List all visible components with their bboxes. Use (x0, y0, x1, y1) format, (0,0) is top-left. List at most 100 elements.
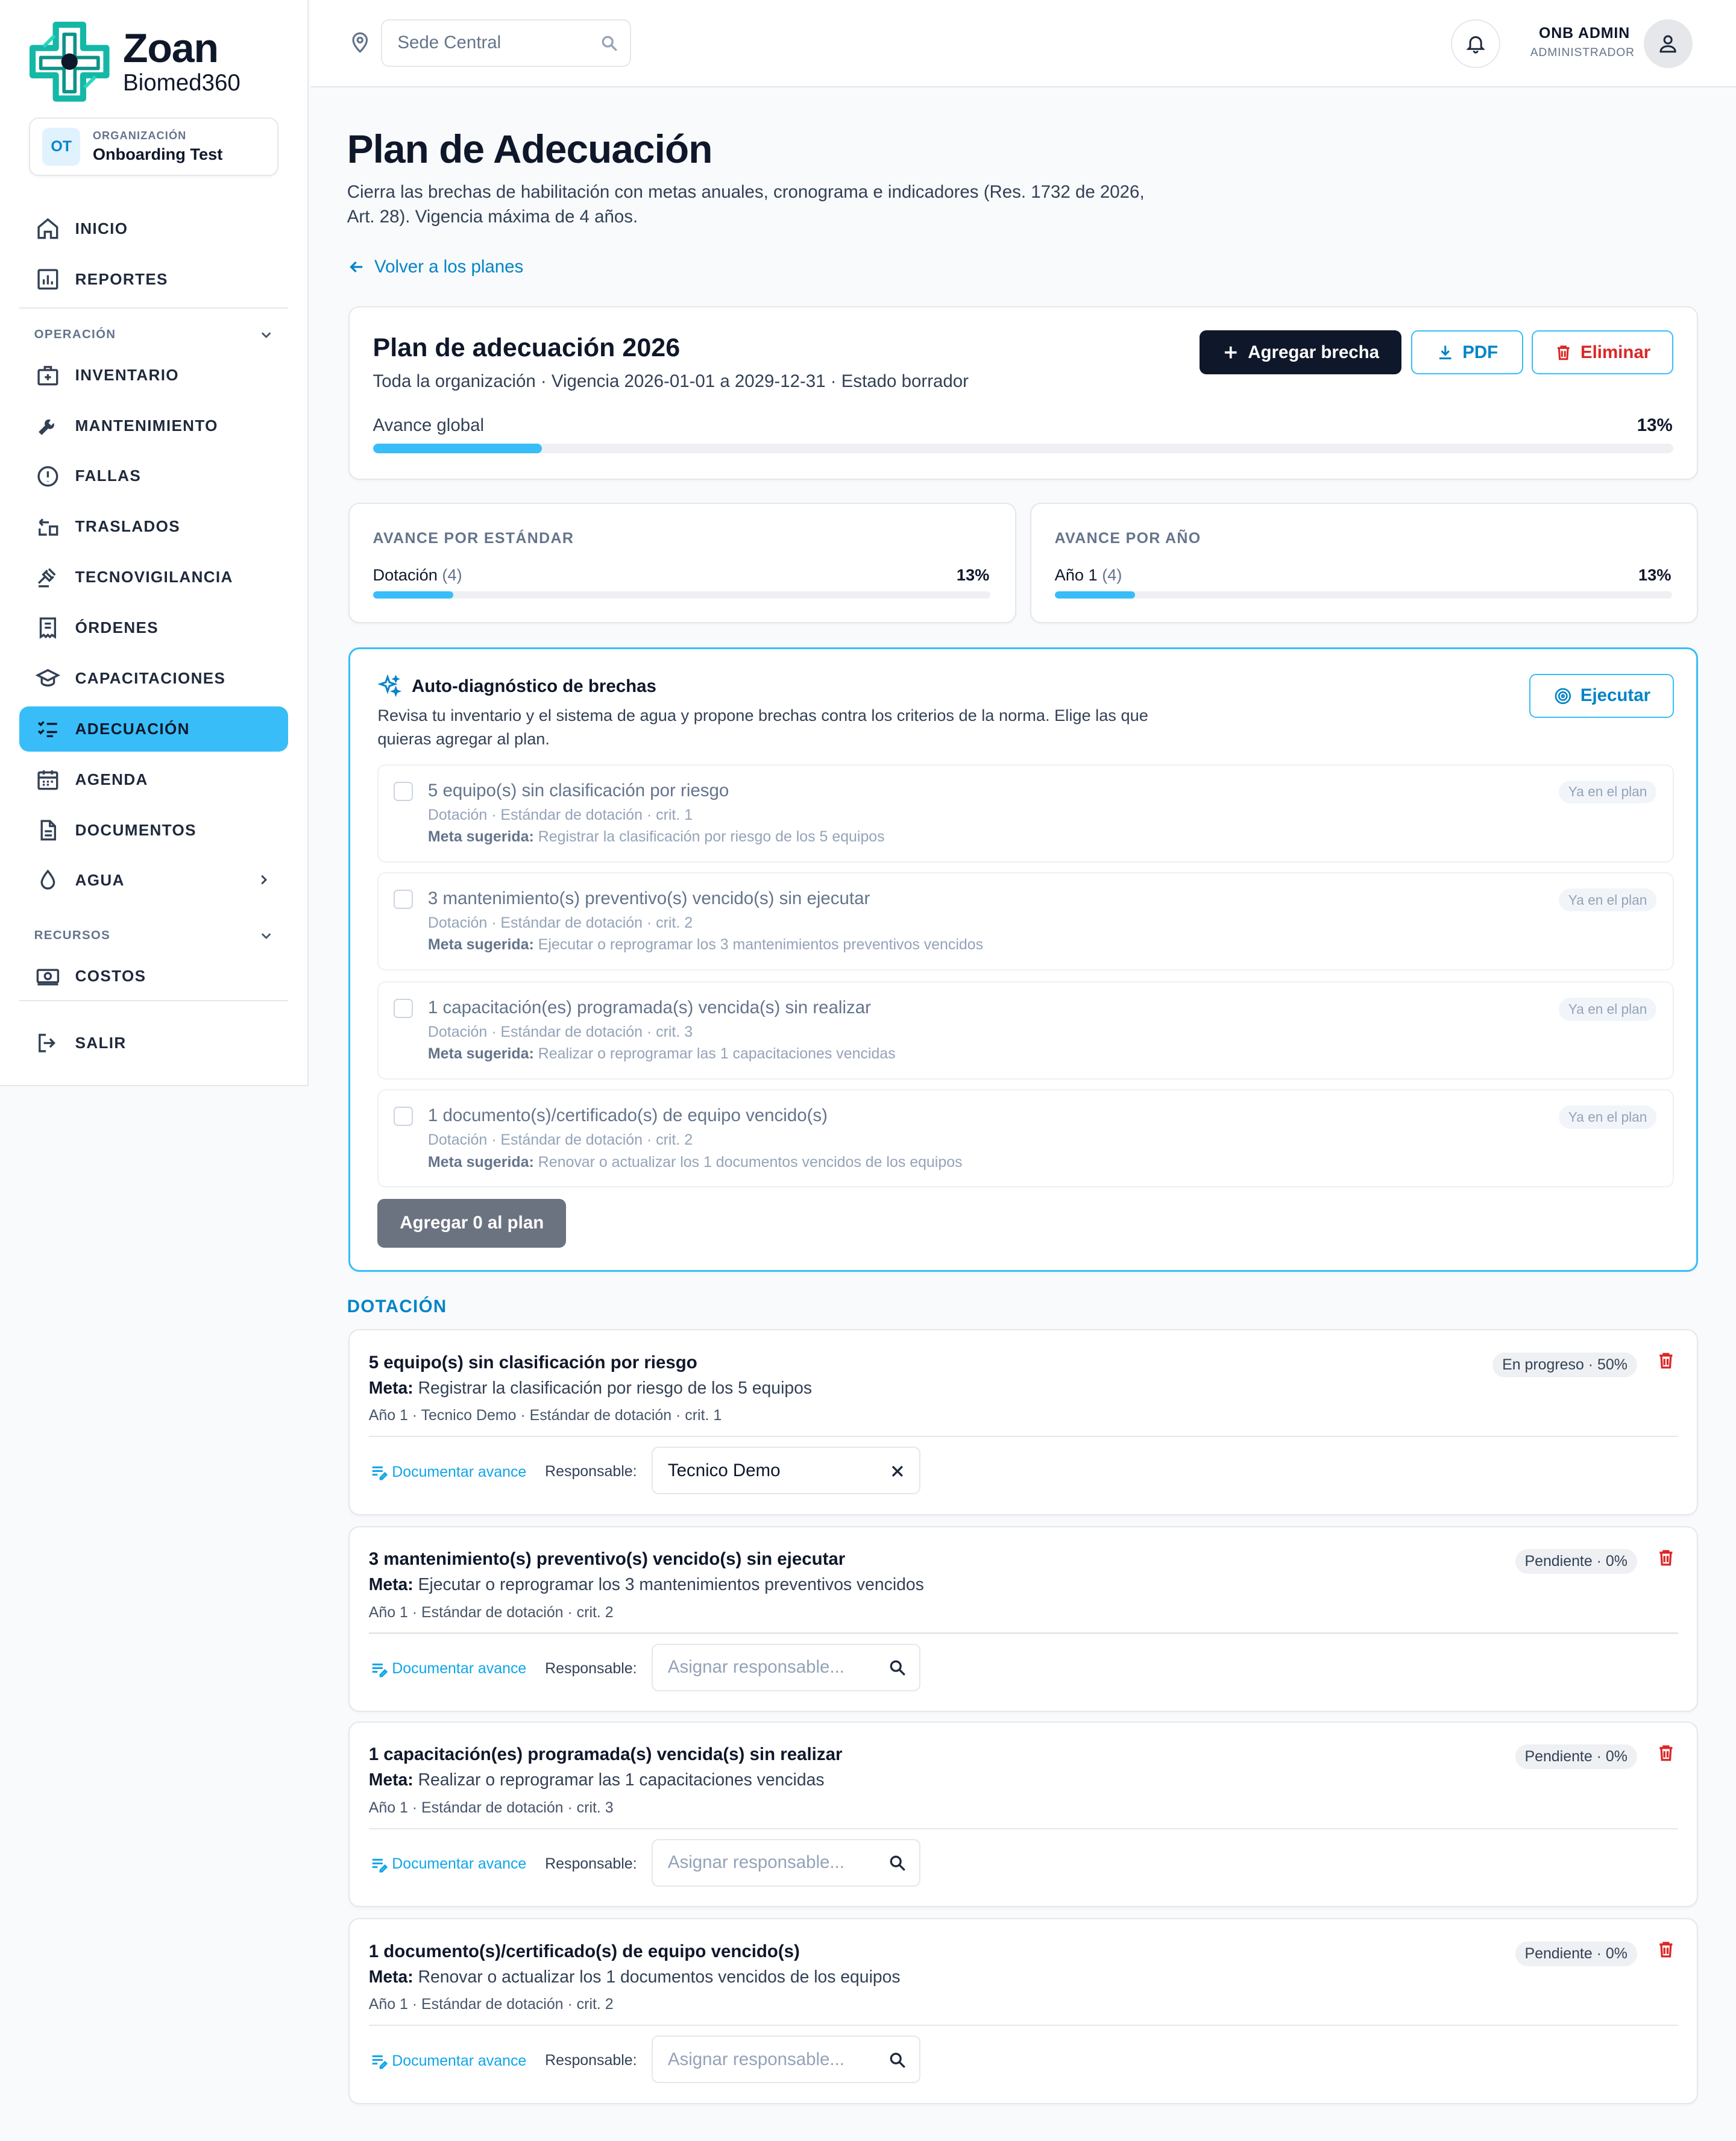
nav-section-operacion[interactable]: OPERACIÓN (34, 327, 275, 343)
arrow-left-icon (350, 262, 362, 273)
plus-icon (1225, 346, 1237, 359)
trash-icon (1557, 345, 1570, 360)
responsible-search-input[interactable]: Asignar responsable... (651, 1643, 921, 1691)
document-progress-link[interactable]: Documentar avance (370, 1855, 526, 1873)
responsible-value: Tecnico Demo (667, 1460, 781, 1480)
global-progress-pct: 13% (1637, 415, 1673, 435)
notes-edit-icon (372, 1663, 388, 1677)
nav-label: REPORTES (75, 270, 168, 289)
suggestion-checkbox[interactable] (394, 999, 413, 1019)
suggestion-checkbox[interactable] (394, 781, 413, 801)
global-progress-bar (373, 444, 1674, 454)
suggestion-goal: Meta sugerida: Ejecutar o reprogramar lo… (428, 936, 983, 954)
nav-item-fallas[interactable]: FALLAS (19, 454, 289, 499)
nav-item-ordenes[interactable]: ÓRDENES (19, 605, 289, 650)
nav-item-inicio[interactable]: INICIO (19, 206, 289, 251)
nav-item-reportes[interactable]: REPORTES (19, 257, 289, 302)
suggestion-item[interactable]: 3 mantenimiento(s) preventivo(s) vencido… (377, 872, 1675, 971)
suggestion-item[interactable]: 1 capacitación(es) programada(s) vencida… (377, 981, 1675, 1080)
stat-row-label: Dotación (4) (373, 565, 462, 585)
goal-text: Registrar la clasificación por riesgo de… (538, 828, 885, 846)
nav-item-mantenimiento[interactable]: MANTENIMIENTO (19, 403, 289, 448)
global-progress-fill (373, 444, 542, 454)
add-to-plan-button[interactable]: Agregar 0 al plan (377, 1198, 567, 1248)
nav-item-costos[interactable]: COSTOS (19, 954, 289, 999)
suggestion-item[interactable]: 5 equipo(s) sin clasificación por riesgo… (377, 764, 1675, 863)
responsible-placeholder: Asignar responsable... (667, 1657, 844, 1677)
document-progress-link[interactable]: Documentar avance (370, 1660, 526, 1677)
brand-logo[interactable]: Zoan Biomed360 (27, 19, 241, 104)
notifications-button[interactable] (1451, 19, 1500, 69)
nav-item-documentos[interactable]: DOCUMENTOS (19, 808, 289, 853)
document-progress-label: Documentar avance (392, 1855, 527, 1873)
global-progress-label: Avance global (373, 415, 485, 435)
diagnostic-description: Revisa tu inventario y el sistema de agu… (377, 706, 1148, 748)
gap-card: 1 documento(s)/certificado(s) de equipo … (348, 1918, 1699, 2104)
document-progress-label: Documentar avance (392, 1463, 527, 1480)
goal-text: Renovar o actualizar los 1 documentos ve… (538, 1153, 963, 1171)
delete-plan-button[interactable]: Eliminar (1531, 330, 1674, 374)
stat-header: AVANCE POR AÑO (1054, 530, 1201, 547)
search-icon (890, 2052, 906, 2068)
suggestion-checkbox[interactable] (394, 1107, 413, 1127)
nav-section-recursos[interactable]: RECURSOS (34, 928, 275, 944)
standard-progress-bar (373, 591, 991, 599)
brand-name: Zoan (122, 25, 219, 72)
nav-item-salir[interactable]: SALIR (19, 1020, 289, 1066)
back-to-plans-link[interactable]: Volver a los planes (347, 257, 523, 277)
suggestion-title: 5 equipo(s) sin clasificación por riesgo (427, 780, 729, 800)
trash-icon[interactable] (1656, 1940, 1676, 1959)
responsible-search-input[interactable]: Asignar responsable... (651, 2036, 921, 2084)
trash-icon[interactable] (1656, 1548, 1676, 1567)
trash-icon[interactable] (1656, 1743, 1676, 1762)
nav-item-agua[interactable]: AGUA (19, 858, 289, 903)
sidebar: Zoan Biomed360 OT ORGANIZACIÓN Onboardin… (0, 0, 309, 1087)
nav-label: COSTOS (75, 967, 146, 986)
responsible-label: Responsable: (545, 1463, 637, 1480)
bar-chart-icon (37, 269, 58, 290)
gap-divider (368, 2024, 1678, 2026)
sidebar-divider (19, 307, 289, 309)
responsible-search-input[interactable]: Asignar responsable... (651, 1838, 921, 1887)
home-icon (37, 218, 58, 239)
nav-label: ÓRDENES (75, 618, 159, 637)
plan-card: Plan de adecuación 2026 Toda la organiza… (348, 306, 1699, 480)
cash-icon (36, 969, 60, 986)
plan-meta: Toda la organización · Vigencia 2026-01-… (373, 371, 969, 392)
status-badge: Pendiente · 0% (1515, 1744, 1637, 1770)
nav-item-inventario[interactable]: INVENTARIO (19, 353, 289, 398)
avatar[interactable] (1643, 19, 1693, 69)
document-progress-link[interactable]: Documentar avance (370, 1463, 526, 1480)
goal-text: Ejecutar o reprogramar los 3 mantenimien… (418, 1575, 924, 1595)
goal-label: Meta sugerida: (427, 936, 534, 954)
nav-item-agenda[interactable]: AGENDA (19, 757, 289, 802)
stat-count: (4) (442, 565, 462, 585)
org-switcher[interactable]: OT ORGANIZACIÓN Onboarding Test (28, 117, 279, 177)
trash-icon[interactable] (1656, 1351, 1676, 1370)
nav-item-adecuacion[interactable]: ADECUACIÓN (19, 706, 289, 752)
document-progress-link[interactable]: Documentar avance (370, 2052, 526, 2069)
goal-label: Meta sugerida: (427, 1153, 534, 1171)
nav-item-capacitaciones[interactable]: CAPACITACIONES (19, 656, 289, 701)
nav-item-traslados[interactable]: TRASLADOS (19, 504, 289, 549)
responsible-field[interactable]: Tecnico Demo (651, 1447, 921, 1495)
page-title: Plan de Adecuación (347, 126, 713, 171)
add-gap-button[interactable]: Agregar brecha (1199, 330, 1402, 374)
site-placeholder: Sede Central (397, 33, 502, 53)
close-icon[interactable] (888, 1462, 907, 1481)
user-info[interactable]: ONB ADMIN ADMINISTRADOR (1530, 25, 1634, 60)
site-search-input[interactable]: Sede Central (381, 19, 632, 68)
suggestion-item[interactable]: 1 documento(s)/certificado(s) de equipo … (377, 1089, 1675, 1188)
gap-card: 3 mantenimiento(s) preventivo(s) vencido… (348, 1526, 1699, 1712)
nav-section-label: RECURSOS (34, 929, 111, 943)
nav-item-tecnovigilancia[interactable]: TECNOVIGILANCIA (19, 555, 289, 600)
status-badge: En progreso · 50% (1492, 1352, 1637, 1377)
responsible-label: Responsable: (545, 1855, 637, 1872)
goal-label: Meta: (368, 1575, 414, 1595)
run-diagnostic-button[interactable]: Ejecutar (1529, 674, 1675, 718)
section-title: DOTACIÓN (347, 1297, 447, 1317)
goal-text: Realizar o reprogramar las 1 capacitacio… (418, 1770, 825, 1790)
notes-edit-icon (372, 1858, 388, 1873)
pdf-button[interactable]: PDF (1411, 330, 1524, 374)
suggestion-checkbox[interactable] (394, 890, 413, 909)
